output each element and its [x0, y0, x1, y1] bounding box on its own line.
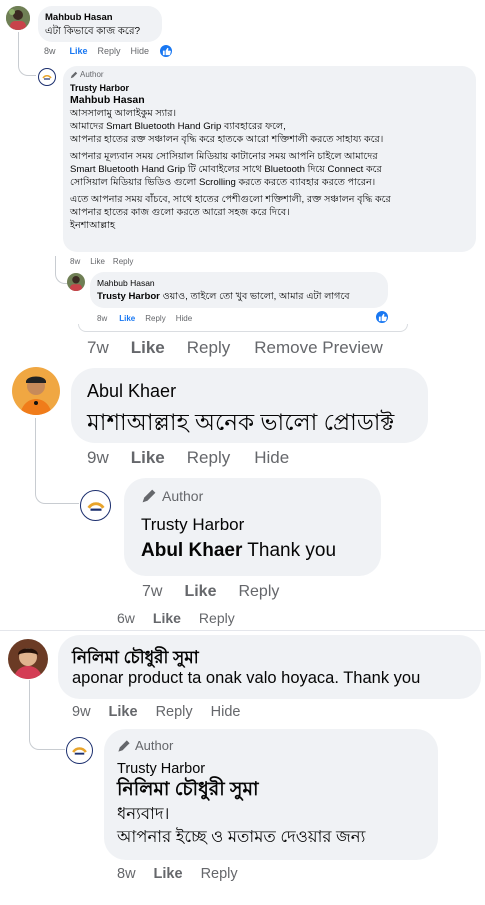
avatar[interactable] — [12, 367, 60, 415]
comment-actions: 7w Like Reply Remove Preview — [87, 338, 383, 358]
hide-button[interactable]: Hide — [176, 314, 192, 323]
user-avatar-icon — [67, 273, 85, 291]
thread-line — [18, 32, 36, 76]
reply-time[interactable]: 7w — [142, 583, 162, 601]
reply-button[interactable]: Reply — [98, 46, 121, 56]
hide-button[interactable]: Hide — [254, 448, 289, 468]
preview-frame-edge — [78, 324, 408, 332]
mention-tag[interactable]: Abul Khaer — [141, 540, 242, 561]
avatar[interactable] — [67, 273, 85, 291]
trusty-harbor-logo-icon — [42, 72, 52, 82]
reply-actions: 8w Like Reply Hide — [97, 314, 192, 323]
like-reaction-icon[interactable] — [158, 43, 174, 59]
pencil-icon — [70, 71, 78, 78]
avatar[interactable] — [6, 6, 30, 30]
reply-bubble: Mahbub Hasan Trusty Harbor ওয়াও, তাইলে … — [90, 272, 388, 308]
comment-bubble: Abul Khaer মাশাআল্লাহ অনেক ভালো প্রোডাক্… — [71, 368, 428, 443]
like-button[interactable]: Like — [153, 610, 181, 626]
page-avatar[interactable] — [80, 490, 111, 521]
reply-button[interactable]: Reply — [156, 704, 193, 720]
comment-text: এটা কিভাবে কাজ করে? — [45, 26, 141, 37]
reply-bubble: Author Trusty Harbor নিলিমা চৌধুরী সুমা … — [104, 729, 438, 860]
reply-page-name[interactable]: Trusty Harbor — [141, 515, 244, 535]
comment-time[interactable]: 7w — [87, 338, 109, 358]
like-button[interactable]: Like — [119, 314, 135, 323]
reply-time[interactable]: 8w — [97, 314, 107, 323]
comment-text: aponar product ta onak valo hoyaca. Than… — [72, 669, 421, 687]
comment-time[interactable]: 8w — [44, 46, 56, 56]
comment-time[interactable]: 9w — [72, 704, 91, 720]
reply-time[interactable]: 8w — [117, 866, 136, 882]
reply-button[interactable]: Reply — [238, 583, 279, 601]
author-badge: Author — [141, 488, 203, 504]
trusty-harbor-logo-icon — [71, 742, 88, 759]
comment-actions: 8w Like Reply Hide — [44, 46, 149, 56]
page-avatar[interactable] — [66, 737, 93, 764]
reply-page-name[interactable]: Trusty Harbor — [70, 83, 129, 93]
paragraph: আপনার মূল্যবান সময় সোসিয়াল মিডিয়ায় ক… — [70, 151, 382, 188]
reply-actions: 7w Like Reply — [142, 583, 279, 601]
reply-author[interactable]: Mahbub Hasan — [97, 278, 155, 288]
page-avatar[interactable] — [38, 68, 56, 86]
like-button[interactable]: Like — [90, 257, 105, 266]
reply-button[interactable]: Reply — [187, 448, 230, 468]
reply-bubble: Author Trusty Harbor Mahbub Hasan আসসালা… — [63, 66, 476, 252]
comment-actions: 9w Like Reply Hide — [87, 448, 289, 468]
reply-text: Abul Khaer Thank you — [141, 540, 337, 561]
author-badge: Author — [70, 70, 104, 79]
avatar[interactable] — [8, 639, 48, 679]
like-button[interactable]: Like — [184, 583, 216, 601]
reply-bubble: Author Trusty Harbor Abul Khaer Thank yo… — [124, 478, 381, 576]
hide-button[interactable]: Hide — [211, 704, 241, 720]
reply-text: আসসালামু আলাইকুম স্যার। আমাদের Smart Blu… — [70, 107, 391, 232]
comment-text: মাশাআল্লাহ অনেক ভালো প্রোডাক্ট — [87, 409, 395, 435]
reply-button[interactable]: Reply — [145, 314, 165, 323]
reply-text: Trusty Harbor ওয়াও, তাইলে তো খুব ভালো, … — [97, 291, 350, 302]
comment-bubble: নিলিমা চৌধুরী সুমা aponar product ta ona… — [58, 635, 481, 699]
comment-actions: 6w Like Reply — [117, 610, 235, 626]
like-button[interactable]: Like — [131, 448, 165, 468]
author-badge: Author — [117, 738, 173, 753]
comment-author[interactable]: Mahbub Hasan — [45, 12, 113, 23]
reply-button[interactable]: Reply — [187, 338, 230, 358]
reply-time[interactable]: 8w — [70, 257, 80, 266]
mention-tag[interactable]: Mahbub Hasan — [70, 94, 145, 106]
reply-button[interactable]: Reply — [199, 610, 235, 626]
paragraph: এতে আপনার সময় বাঁচবে, সাথে হাতের পেশীগু… — [70, 194, 391, 231]
thread-line — [35, 418, 79, 504]
user-avatar-icon — [6, 6, 30, 30]
paragraph: আসসালামু আলাইকুম স্যার। আমাদের Smart Blu… — [70, 108, 384, 145]
comment-time[interactable]: 9w — [87, 448, 109, 468]
reply-actions: 8w Like Reply — [117, 866, 238, 882]
comment-actions: 9w Like Reply Hide — [72, 704, 240, 720]
user-avatar-icon — [8, 639, 48, 679]
reply-actions: 8w Like Reply — [70, 257, 133, 266]
like-button[interactable]: Like — [131, 338, 165, 358]
reply-button[interactable]: Reply — [113, 257, 133, 266]
like-reaction-icon[interactable] — [374, 309, 390, 325]
comment-bubble: Mahbub Hasan এটা কিভাবে কাজ করে? — [38, 6, 162, 42]
pencil-icon — [142, 489, 156, 503]
user-avatar-icon — [12, 367, 60, 415]
like-button[interactable]: Like — [109, 704, 138, 720]
pencil-icon — [118, 739, 130, 752]
reply-text: ধন্যবাদ। আপনার ইচ্ছে ও মতামত দেওয়ার জন্… — [117, 805, 366, 846]
like-button[interactable]: Like — [70, 46, 88, 56]
trusty-harbor-logo-icon — [86, 496, 105, 515]
hide-button[interactable]: Hide — [131, 46, 150, 56]
divider — [0, 630, 485, 631]
comment-time[interactable]: 6w — [117, 610, 135, 626]
remove-preview-button[interactable]: Remove Preview — [254, 338, 383, 358]
thread-line — [29, 680, 65, 750]
mention-tag[interactable]: Trusty Harbor — [97, 291, 160, 302]
like-button[interactable]: Like — [154, 866, 183, 882]
reply-button[interactable]: Reply — [201, 866, 238, 882]
comment-author[interactable]: Abul Khaer — [87, 381, 176, 402]
